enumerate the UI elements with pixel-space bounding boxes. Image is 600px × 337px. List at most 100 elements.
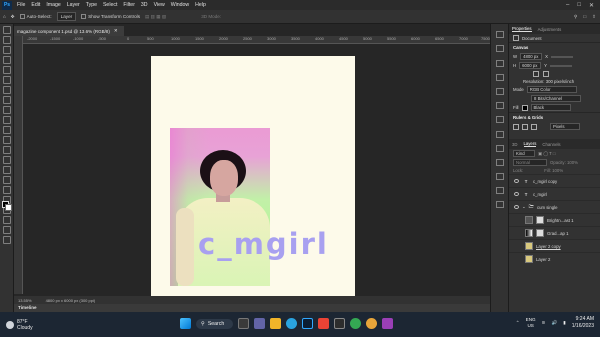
menu-file[interactable]: File bbox=[14, 2, 28, 8]
taskbar-search[interactable]: ⚲ Search bbox=[196, 318, 234, 329]
blend-mode-select[interactable]: Normal bbox=[513, 159, 547, 166]
layer-row[interactable]: Layer 2 copy bbox=[509, 239, 600, 252]
color-icon[interactable] bbox=[495, 158, 504, 166]
paths-icon[interactable] bbox=[495, 130, 504, 138]
guides-icon[interactable] bbox=[531, 123, 537, 130]
tab-channels[interactable]: Channels bbox=[542, 142, 560, 147]
grid-icon[interactable] bbox=[522, 123, 528, 130]
history-icon[interactable] bbox=[495, 31, 504, 39]
height-field[interactable]: 6000 px bbox=[519, 62, 542, 69]
document-tab[interactable]: magazine component 1.psd @ 13.6% (RGB/8)… bbox=[14, 26, 124, 36]
layer-kind-filter[interactable]: Kind bbox=[513, 150, 535, 157]
layer-row[interactable]: Grad...ap 1 bbox=[509, 226, 600, 239]
y-field[interactable] bbox=[549, 64, 572, 67]
filter-icons[interactable]: ▣ ◯ T □ bbox=[538, 151, 556, 157]
brush-settings-icon[interactable] bbox=[495, 116, 504, 124]
weather-widget[interactable]: 87°F Cloudy bbox=[0, 319, 120, 331]
close-tab-icon[interactable]: ✕ bbox=[114, 28, 118, 34]
eyedropper-tool-icon[interactable] bbox=[2, 86, 11, 94]
dodge-tool-icon[interactable] bbox=[2, 166, 11, 174]
character-icon[interactable] bbox=[495, 59, 504, 67]
menu-window[interactable]: Window bbox=[168, 2, 192, 8]
width-field[interactable]: 4800 px bbox=[520, 53, 543, 60]
store-icon[interactable] bbox=[334, 318, 346, 329]
workspace-icon[interactable]: □ bbox=[583, 14, 586, 20]
chrome-icon[interactable] bbox=[350, 318, 362, 329]
start-icon[interactable] bbox=[180, 318, 191, 329]
timeline-panel-tab[interactable]: Timeline bbox=[14, 304, 490, 312]
settings-gear-icon[interactable] bbox=[366, 318, 378, 329]
layer-row[interactable]: Brightn...ast 1 bbox=[509, 213, 600, 226]
menu-select[interactable]: Select bbox=[100, 2, 120, 8]
menu-3d[interactable]: 3D bbox=[138, 2, 151, 8]
visibility-eye-icon[interactable] bbox=[514, 192, 519, 196]
wordmark-text-layer[interactable]: c_mgirl bbox=[198, 230, 329, 259]
menu-type[interactable]: Type bbox=[83, 2, 100, 8]
teams-icon[interactable] bbox=[254, 318, 266, 329]
menu-image[interactable]: Image bbox=[43, 2, 63, 8]
visibility-eye-icon[interactable] bbox=[514, 179, 519, 183]
swatches-icon[interactable] bbox=[495, 87, 504, 95]
more-tools-icon[interactable] bbox=[2, 236, 11, 244]
file-explorer-icon[interactable] bbox=[270, 318, 282, 329]
tab-layers[interactable]: Layers bbox=[523, 141, 537, 147]
search-icon[interactable]: ⚲ bbox=[574, 14, 577, 20]
layer-row[interactable]: T c_mgirl copy bbox=[509, 174, 600, 187]
language-indicator[interactable]: ENG US bbox=[526, 317, 536, 329]
volume-icon[interactable]: 🔊 bbox=[551, 320, 557, 326]
battery-icon[interactable]: ▮ bbox=[563, 320, 566, 326]
brush-tool-icon[interactable] bbox=[2, 106, 11, 114]
maximize-icon[interactable]: □ bbox=[577, 2, 581, 9]
rotate-canvas-icon[interactable] bbox=[543, 71, 549, 77]
chevron-down-icon[interactable]: ⌄ bbox=[522, 204, 526, 210]
share-icon[interactable]: ⇧ bbox=[592, 14, 596, 20]
wifi-icon[interactable]: ≋ bbox=[542, 320, 546, 326]
history-brush-icon[interactable] bbox=[2, 126, 11, 134]
eraser-tool-icon[interactable] bbox=[2, 136, 11, 144]
clock[interactable]: 9:24 AM 1/16/2023 bbox=[572, 316, 594, 330]
opacity-field[interactable]: Opacity: 100% bbox=[550, 160, 578, 165]
marquee-tool-icon[interactable] bbox=[2, 36, 11, 44]
move-tool-icon[interactable] bbox=[2, 26, 11, 34]
ruler-icon[interactable] bbox=[513, 123, 519, 130]
quick-select-tool-icon[interactable] bbox=[2, 56, 11, 64]
tab-properties[interactable]: Properties bbox=[512, 26, 532, 32]
layer-row[interactable]: T c_mgirl bbox=[509, 187, 600, 200]
libraries-icon[interactable] bbox=[495, 102, 504, 110]
menu-edit[interactable]: Edit bbox=[28, 2, 43, 8]
frame-tool-icon[interactable] bbox=[2, 76, 11, 84]
crop-tool-icon[interactable] bbox=[2, 66, 11, 74]
blur-tool-icon[interactable] bbox=[2, 156, 11, 164]
menu-layer[interactable]: Layer bbox=[64, 2, 83, 8]
show-transform-checkbox[interactable]: Show Transform Controls bbox=[81, 14, 140, 20]
minimize-icon[interactable]: – bbox=[566, 2, 569, 9]
actions-icon[interactable] bbox=[495, 187, 504, 195]
premiere-icon[interactable] bbox=[382, 318, 394, 329]
telegram-icon[interactable] bbox=[286, 318, 298, 329]
move-tool-icon[interactable]: ✥ bbox=[11, 14, 15, 20]
zoom-level[interactable]: 13.55% bbox=[18, 298, 32, 303]
clone-stamp-icon[interactable] bbox=[2, 116, 11, 124]
acrobat-icon[interactable] bbox=[318, 318, 330, 329]
bits-select[interactable]: 8 Bits/Channel bbox=[531, 95, 581, 102]
layer-row[interactable]: Layer 2 bbox=[509, 252, 600, 265]
task-view-icon[interactable] bbox=[238, 318, 250, 329]
styles-icon[interactable] bbox=[495, 173, 504, 181]
navigator-icon[interactable] bbox=[495, 201, 504, 209]
x-field[interactable] bbox=[550, 55, 573, 58]
fill-select[interactable]: Black bbox=[530, 104, 571, 111]
fill-color-swatch[interactable] bbox=[521, 104, 528, 111]
menu-filter[interactable]: Filter bbox=[120, 2, 138, 8]
image-size-icon[interactable] bbox=[533, 71, 539, 77]
visibility-eye-icon[interactable] bbox=[514, 205, 519, 209]
auto-select-checkbox[interactable]: Auto-Select: bbox=[19, 14, 52, 20]
mode-select[interactable]: RGB Color bbox=[526, 86, 577, 93]
hand-tool-icon[interactable] bbox=[2, 216, 11, 224]
gradient-tool-icon[interactable] bbox=[2, 146, 11, 154]
zoom-tool-icon[interactable] bbox=[2, 226, 11, 234]
menu-help[interactable]: Help bbox=[192, 2, 209, 8]
fill-field[interactable]: Fill: 100% bbox=[544, 168, 563, 173]
type-tool-icon[interactable] bbox=[2, 186, 11, 194]
vertical-ruler[interactable] bbox=[14, 36, 23, 294]
lasso-tool-icon[interactable] bbox=[2, 46, 11, 54]
